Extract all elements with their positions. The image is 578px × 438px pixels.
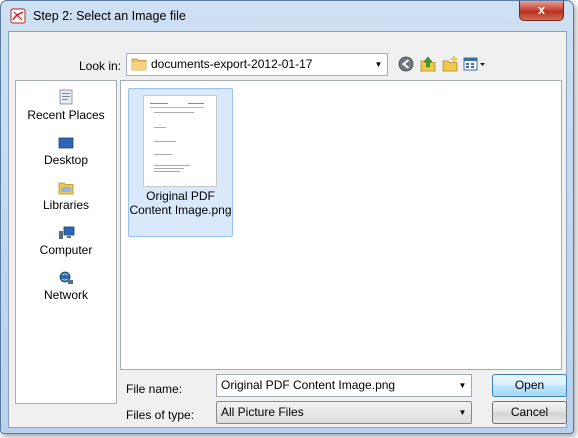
close-button[interactable]: x [519, 1, 564, 21]
libraries-icon [58, 182, 74, 195]
open-button[interactable]: Open [492, 374, 567, 397]
chevron-down-icon[interactable]: ▼ [454, 402, 471, 423]
sidebar-item-label: Libraries [42, 198, 90, 212]
cancel-button[interactable]: Cancel [492, 401, 567, 424]
file-name-label: Original PDF Content Image.png [129, 189, 232, 217]
chevron-down-icon[interactable]: ▼ [370, 54, 387, 75]
look-in-dropdown[interactable]: documents-export-2012-01-17 ▼ [126, 53, 388, 76]
file-list-pane[interactable]: Original PDF Content Image.png [120, 80, 562, 370]
title-bar[interactable]: Step 2: Select an Image file x [1, 1, 573, 31]
dialog-title: Step 2: Select an Image file [33, 9, 186, 23]
document-preview-icon [150, 103, 204, 172]
folder-icon [131, 58, 147, 71]
look-in-value: documents-export-2012-01-17 [151, 57, 313, 71]
file-type-label: Files of type: [126, 408, 195, 422]
views-menu-icon[interactable] [462, 54, 488, 74]
sidebar-item-recent-places[interactable]: Recent Places [16, 89, 116, 122]
dialog-window: Step 2: Select an Image file x Look in: … [0, 0, 574, 434]
file-item[interactable]: Original PDF Content Image.png [128, 88, 233, 237]
sidebar-item-computer[interactable]: Computer [16, 224, 116, 257]
file-thumbnail [143, 95, 217, 187]
sidebar-item-network[interactable]: Network [16, 269, 116, 302]
dialog-body: Look in: documents-export-2012-01-17 ▼ R… [8, 31, 567, 428]
new-folder-icon[interactable] [440, 54, 460, 74]
sidebar-item-label: Desktop [43, 153, 89, 167]
file-name-value: Original PDF Content Image.png [221, 378, 396, 392]
desktop-icon [58, 137, 74, 149]
file-type-dropdown[interactable]: All Picture Files ▼ [216, 401, 472, 424]
file-name-input[interactable]: Original PDF Content Image.png ▼ [216, 374, 472, 397]
file-name-label: File name: [126, 382, 183, 396]
close-icon: x [537, 2, 546, 17]
computer-icon [59, 226, 75, 239]
look-in-label: Look in: [79, 59, 122, 73]
sidebar-item-label: Network [43, 288, 88, 302]
up-folder-icon[interactable] [418, 54, 438, 74]
sidebar-item-label: Recent Places [27, 108, 105, 122]
sidebar-item-label: Computer [39, 243, 93, 257]
recent-places-icon [59, 89, 73, 105]
pdf-app-icon [10, 8, 26, 24]
file-type-value: All Picture Files [221, 405, 304, 419]
sidebar-item-desktop[interactable]: Desktop [16, 134, 116, 167]
back-icon[interactable] [396, 54, 416, 74]
sidebar-item-libraries[interactable]: Libraries [16, 179, 116, 212]
places-sidebar: Recent Places Desktop Libraries Computer… [15, 80, 117, 404]
chevron-down-icon[interactable]: ▼ [454, 375, 471, 396]
network-icon [59, 271, 73, 284]
